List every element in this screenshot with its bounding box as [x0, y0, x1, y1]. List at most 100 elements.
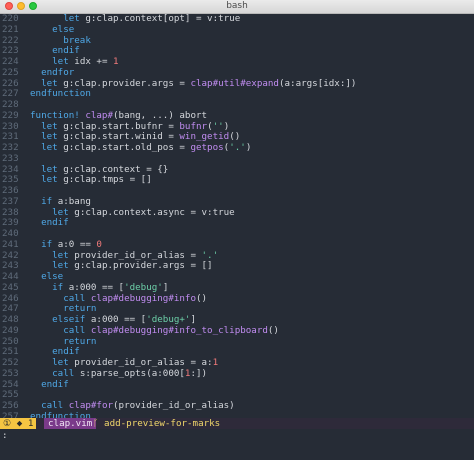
line-number: 237 [2, 195, 19, 207]
line-number: 229 [2, 109, 19, 121]
code-token: g:clap.start.old_pos = [63, 142, 191, 153]
code-token: else [41, 271, 64, 282]
code-text: return [30, 336, 96, 347]
code-line: 253 call s:parse_opts(a:000[1:]) [0, 368, 474, 380]
code-token: endfunction [30, 410, 91, 418]
code-token: let [41, 131, 64, 143]
code-text: endif [30, 45, 80, 56]
code-token: 'debug+' [146, 314, 191, 325]
code-token: clap#debugging#info [90, 292, 196, 304]
code-token: call [52, 367, 80, 379]
code-token: '' [212, 120, 224, 132]
line-number: 233 [2, 152, 19, 164]
line-number: 225 [2, 66, 19, 78]
code-token: () [229, 131, 241, 143]
window-title: bash [226, 1, 248, 11]
code-text: endfunction [30, 88, 91, 99]
code-token: endif [52, 346, 80, 358]
code-text: endif [30, 346, 80, 357]
title-bar: bash [0, 0, 474, 14]
code-token: if [41, 195, 58, 207]
code-token: idx += [74, 56, 114, 67]
code-text: endfunction [30, 411, 91, 418]
code-editor[interactable]: 220 let g:clap.context[opt] = v:true 221 … [0, 14, 474, 418]
code-token: else [52, 23, 75, 35]
code-text: let g:clap.start.bufnr = bufnr('') [30, 121, 229, 132]
code-text: endif [30, 379, 69, 390]
code-token: call [63, 292, 91, 304]
code-text: function! clap#(bang, ...) abort [30, 110, 207, 121]
line-number: 241 [2, 238, 19, 250]
code-token: 1 [113, 56, 119, 67]
code-token: break [63, 34, 91, 46]
code-token: bufnr [179, 120, 208, 132]
status-filename: clap.vim [44, 418, 97, 429]
code-token: provider_id_or_alias = a: [74, 357, 213, 368]
code-token: let [52, 56, 75, 67]
code-token: (bang, ...) abort [113, 109, 208, 121]
code-token: a:000 == [ [90, 314, 147, 325]
code-token: let [52, 357, 75, 368]
code-text: call s:parse_opts(a:000[1:]) [30, 368, 207, 379]
code-text: call clap#for(provider_id_or_alias) [30, 400, 235, 411]
code-token: call [63, 324, 91, 336]
code-line: 243 let g:clap.provider.args = [] [0, 260, 474, 272]
code-text: return [30, 303, 96, 314]
code-token: call [41, 400, 69, 411]
code-text: let g:clap.tmps = [] [30, 174, 152, 185]
code-token: g:clap.context.async = v:true [74, 206, 235, 218]
line-number: 245 [2, 281, 19, 293]
code-token: () [267, 324, 279, 336]
code-text: call clap#debugging#info() [30, 293, 207, 304]
command-line[interactable]: : [0, 429, 474, 460]
code-token: '.' [229, 142, 246, 153]
code-line: 239 endif [0, 217, 474, 229]
status-branch: ᚴ add-preview-for-marks [90, 418, 223, 429]
code-token: :]) [190, 367, 208, 379]
code-token: clap#debugging#info_to_clipboard [90, 324, 268, 336]
code-token: let [41, 163, 64, 175]
code-token: a:0 == [57, 238, 97, 250]
code-token: (provider_id_or_alias) [113, 400, 235, 411]
code-token: clap#util#expand [190, 77, 279, 89]
terminal-window: bash 220 let g:clap.context[opt] = v:tru… [0, 0, 474, 460]
code-text: if a:0 == 0 [30, 239, 102, 250]
code-token: if [41, 238, 58, 250]
code-token: let [41, 142, 64, 153]
code-token: clap# [85, 109, 113, 121]
code-text: endfor [30, 67, 74, 78]
code-token: ] [190, 314, 197, 325]
code-token: g:clap.context = {} [63, 163, 169, 175]
code-token: ] [162, 281, 169, 293]
code-token: s:parse_opts(a:000[ [79, 367, 185, 379]
code-line: 227 endfunction [0, 88, 474, 100]
code-token: if [52, 281, 69, 293]
code-token: provider_id_or_alias = [74, 249, 202, 261]
command-line-text: : [2, 430, 8, 441]
code-token: let [41, 120, 64, 132]
code-token: endif [41, 217, 69, 229]
code-token: let [52, 249, 75, 261]
line-number: 249 [2, 324, 19, 336]
code-token: g:clap.context[opt] = v:true [85, 14, 241, 24]
